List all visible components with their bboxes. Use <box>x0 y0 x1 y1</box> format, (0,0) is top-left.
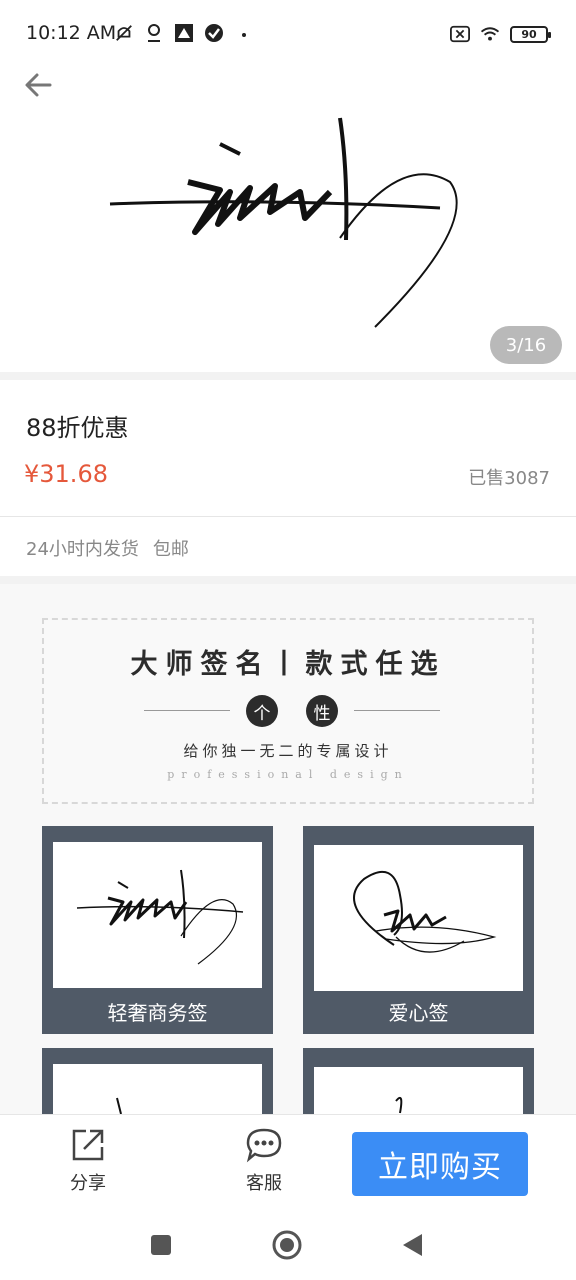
style-card[interactable]: 爱心签 <box>303 826 534 1034</box>
back-arrow-icon <box>25 73 52 97</box>
shipping-info: 24小时内发货 包邮 <box>26 535 189 561</box>
banner-line <box>144 710 230 711</box>
status-icons-left <box>114 23 254 43</box>
recents-button[interactable] <box>150 1234 172 1260</box>
sim-x-icon <box>450 24 470 44</box>
signature-thumbnail <box>395 1097 403 1114</box>
divider <box>0 516 576 517</box>
location-icon <box>144 23 164 43</box>
card-image <box>314 1067 523 1114</box>
triangle-back-icon <box>403 1234 422 1256</box>
style-card[interactable]: 轻奢商务签 <box>42 826 273 1034</box>
product-detail: 大师签名丨款式任选 个 性 给你独一无二的专属设计 professional d… <box>0 584 576 1114</box>
bottom-action-bar: 分享 客服 立即购买 <box>0 1114 576 1212</box>
share-label: 分享 <box>70 1173 106 1194</box>
card-image <box>53 1064 262 1114</box>
status-time: 10:12 AM <box>26 22 117 44</box>
check-icon <box>204 23 224 43</box>
card-label: 轻奢商务签 <box>107 1001 208 1025</box>
circle-icon <box>272 1230 302 1260</box>
system-nav-bar <box>0 1212 576 1280</box>
dot-icon <box>234 23 254 43</box>
banner-line <box>354 710 440 711</box>
signature-thumbnail <box>353 870 497 953</box>
status-icons-right: 90 <box>450 24 551 44</box>
style-card[interactable] <box>303 1048 534 1114</box>
signature-thumbnail <box>116 1097 122 1114</box>
signature-thumbnail <box>76 869 244 965</box>
sold-count: 已售3087 <box>468 468 550 489</box>
signature-illustration <box>109 117 458 328</box>
home-button[interactable] <box>272 1230 302 1264</box>
share-icon <box>72 1129 104 1161</box>
square-icon <box>151 1235 171 1255</box>
section-divider <box>0 576 576 584</box>
wifi-icon <box>480 24 500 44</box>
banner-english: professional design <box>167 768 409 781</box>
share-button[interactable]: 分享 <box>48 1127 128 1195</box>
banner-dot: 个 <box>246 695 278 727</box>
card-image <box>53 842 262 988</box>
product-title: 88折优惠 <box>26 414 129 442</box>
service-label: 客服 <box>246 1173 282 1194</box>
customer-service-button[interactable]: 客服 <box>224 1127 304 1195</box>
card-label: 爱心签 <box>388 1001 449 1025</box>
back-button[interactable] <box>22 70 54 100</box>
chat-icon <box>246 1128 282 1163</box>
buy-now-button[interactable]: 立即购买 <box>352 1132 528 1196</box>
free-shipping: 包邮 <box>152 539 189 560</box>
battery-icon: 90 <box>510 25 551 43</box>
app-icon <box>174 23 194 43</box>
shipping-time: 24小时内发货 <box>26 539 139 560</box>
style-card[interactable] <box>42 1048 273 1114</box>
detail-banner: 大师签名丨款式任选 个 性 给你独一无二的专属设计 professional d… <box>42 618 534 804</box>
back-nav-button[interactable] <box>400 1232 424 1262</box>
banner-subtitle: 给你独一无二的专属设计 <box>183 742 393 760</box>
muted-icon <box>114 23 134 43</box>
card-image <box>314 845 523 991</box>
banner-dot: 性 <box>306 695 338 727</box>
status-bar: 10:12 AM 90 <box>0 0 576 70</box>
product-price: ¥31.68 <box>24 460 108 488</box>
image-pager: 3/16 <box>490 326 562 364</box>
section-divider <box>0 372 576 380</box>
banner-title: 大师签名丨款式任选 <box>130 649 446 680</box>
